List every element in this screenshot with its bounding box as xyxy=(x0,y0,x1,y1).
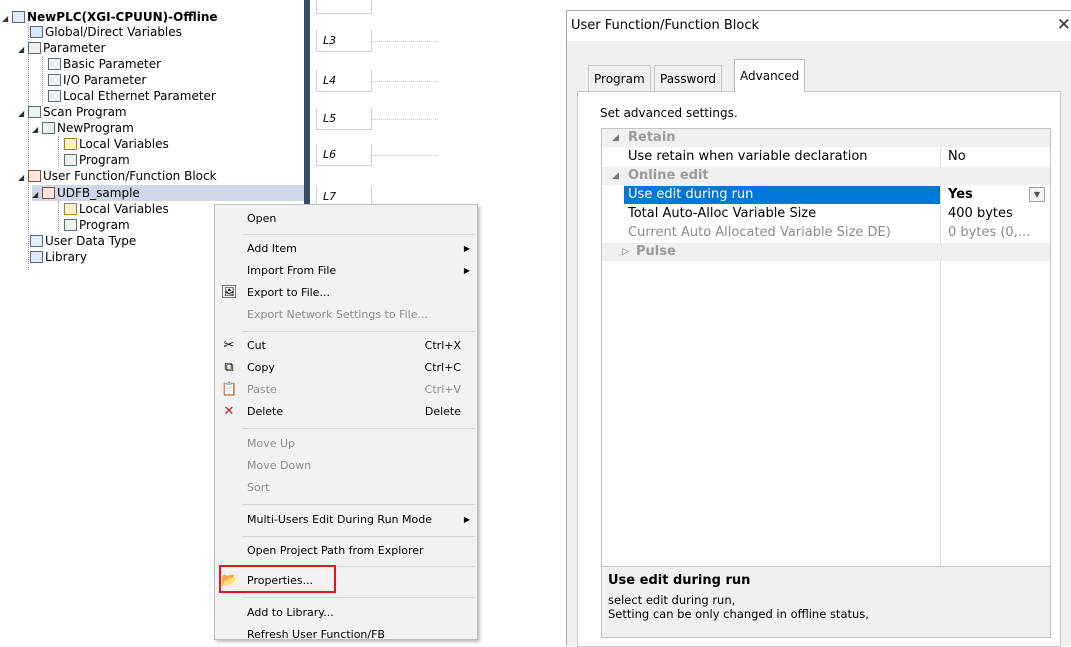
menu-item-open-project-path[interactable]: Open Project Path from Explorer xyxy=(215,540,477,562)
tree-item-udfb-program[interactable]: Program xyxy=(64,217,130,233)
property-row[interactable]: Use retain when variable declaration No xyxy=(602,148,1050,166)
delete-x-icon: ✕ xyxy=(223,404,235,419)
menu-item-export-network-settings[interactable]: Export Network Settings to File... xyxy=(215,304,477,326)
description-line: select edit during run, xyxy=(608,593,736,607)
ladder-row xyxy=(316,0,372,14)
ladder-editor[interactable]: L3 L4 L5 L6 L7 xyxy=(304,0,438,210)
collapse-icon[interactable]: ◢ xyxy=(18,170,28,186)
tree-item-library[interactable]: Library xyxy=(30,249,87,265)
menu-item-cut[interactable]: ✂ Cut Ctrl+X xyxy=(215,335,477,357)
tree-root[interactable]: ◢ NewPLC(XGI-CPUUN)-Offline xyxy=(2,9,218,25)
ladder-rail xyxy=(304,0,310,210)
scan-program-icon xyxy=(28,106,41,118)
menu-item-add-item[interactable]: Add Item ▶ xyxy=(215,238,477,260)
dialog-titlebar[interactable]: User Function/Function Block ✕ xyxy=(567,11,1071,41)
collapse-icon[interactable]: ◢ xyxy=(18,42,28,58)
collapse-icon[interactable]: ◢ xyxy=(18,106,28,122)
submenu-arrow-icon: ▶ xyxy=(463,266,470,275)
tab-program[interactable]: Program xyxy=(588,65,651,91)
expand-triangle-icon[interactable]: ▷ xyxy=(622,243,629,261)
tree-item-basic-parameter[interactable]: Basic Parameter xyxy=(48,56,161,72)
ladder-row[interactable]: L3 xyxy=(316,30,372,52)
ladder-row[interactable]: L6 xyxy=(316,144,372,166)
tree-item-udfb-local-variables[interactable]: Local Variables xyxy=(64,201,169,217)
submenu-arrow-icon: ▶ xyxy=(463,244,470,253)
set-advanced-label: Set advanced settings. xyxy=(600,106,738,120)
menu-item-copy[interactable]: ⧉ Copy Ctrl+C xyxy=(215,357,477,379)
dropdown-chevron-icon[interactable]: ▼ xyxy=(1029,187,1045,202)
category-online-edit[interactable]: ◢ Online edit xyxy=(602,167,1050,185)
program-icon xyxy=(64,219,77,231)
program-icon xyxy=(42,122,55,134)
ladder-row[interactable]: L4 xyxy=(316,70,372,92)
menu-item-open[interactable]: Open xyxy=(215,208,477,230)
menu-item-move-up[interactable]: Move Up xyxy=(215,433,477,455)
export-icon: 🖼 xyxy=(221,285,238,300)
tree-item-local-variables[interactable]: Local Variables xyxy=(64,136,169,152)
tab-password[interactable]: Password xyxy=(654,65,723,91)
tree-item-user-function-block[interactable]: ◢ User Function/Function Block xyxy=(18,168,217,184)
category-pulse[interactable]: ▷ Pulse xyxy=(602,243,1050,261)
property-row[interactable]: Current Auto Allocated Variable Size DE)… xyxy=(602,224,1050,242)
property-row-selected[interactable]: Use edit during run Yes ▼ xyxy=(602,186,1050,204)
properties-highlight-box xyxy=(219,565,336,593)
function-block-icon xyxy=(42,187,55,199)
tree-item-local-ethernet-parameter[interactable]: Local Ethernet Parameter xyxy=(48,88,216,104)
ladder-row[interactable]: L5 xyxy=(316,108,372,130)
tree-item-parameter[interactable]: ◢ Parameter xyxy=(18,40,105,56)
tree-root-label: NewPLC(XGI-CPUUN)-Offline xyxy=(27,10,218,24)
property-description: Use edit during run select edit during r… xyxy=(601,566,1051,638)
library-icon xyxy=(30,251,43,263)
global-variables-icon xyxy=(30,26,43,38)
parameter-icon xyxy=(48,90,61,102)
property-grid[interactable]: ◢ Retain Use retain when variable declar… xyxy=(601,128,1051,568)
user-function-dialog: User Function/Function Block ✕ Program P… xyxy=(566,10,1071,647)
function-block-icon xyxy=(28,170,41,182)
tree-item-user-data-type[interactable]: User Data Type xyxy=(30,233,136,249)
menu-item-add-to-library[interactable]: Add to Library... xyxy=(215,602,477,624)
menu-item-export-to-file[interactable]: 🖼 Export to File... xyxy=(215,282,477,304)
submenu-arrow-icon: ▶ xyxy=(463,515,470,524)
parameter-icon xyxy=(48,58,61,70)
close-icon[interactable]: ✕ xyxy=(1057,15,1071,35)
tree-item-program[interactable]: Program xyxy=(64,152,130,168)
advanced-tab-panel: Set advanced settings. ◢ Retain Use reta… xyxy=(577,91,1061,647)
local-variables-icon xyxy=(64,203,77,215)
expand-triangle-icon[interactable]: ◢ xyxy=(612,129,619,147)
parameter-icon xyxy=(48,74,61,86)
menu-item-import-from-file[interactable]: Import From File ▶ xyxy=(215,260,477,282)
copy-icon: ⧉ xyxy=(224,360,234,375)
category-retain[interactable]: ◢ Retain xyxy=(602,129,1050,147)
collapse-icon[interactable]: ◢ xyxy=(2,11,12,27)
menu-item-multi-users-edit[interactable]: Multi-Users Edit During Run Mode ▶ xyxy=(215,509,477,531)
menu-item-delete[interactable]: ✕ Delete Delete xyxy=(215,401,477,423)
program-icon xyxy=(64,154,77,166)
paste-icon: 📋 xyxy=(221,382,238,397)
tree-item-io-parameter[interactable]: I/O Parameter xyxy=(48,72,146,88)
tree-item-scan-program[interactable]: ◢ Scan Program xyxy=(18,104,127,120)
tab-advanced[interactable]: Advanced xyxy=(734,59,806,92)
expand-triangle-icon[interactable]: ◢ xyxy=(612,167,619,185)
menu-item-sort[interactable]: Sort xyxy=(215,477,477,499)
description-title: Use edit during run xyxy=(608,573,751,588)
menu-item-refresh-user-function[interactable]: Refresh User Function/FB xyxy=(215,624,477,646)
menu-item-move-down[interactable]: Move Down xyxy=(215,455,477,477)
description-line: Setting can be only changed in offline s… xyxy=(608,607,869,621)
dialog-title: User Function/Function Block xyxy=(571,18,760,33)
menu-item-paste[interactable]: 📋 Paste Ctrl+V xyxy=(215,379,477,401)
data-type-icon xyxy=(30,235,43,247)
tree-item-global-variables[interactable]: Global/Direct Variables xyxy=(30,24,182,40)
tree-item-newprogram[interactable]: ◢ NewProgram xyxy=(32,120,134,136)
parameter-icon xyxy=(28,42,41,54)
tree-item-udfb-sample[interactable]: ◢ UDFB_sample xyxy=(32,185,304,201)
collapse-icon[interactable]: ◢ xyxy=(32,187,42,203)
plc-icon xyxy=(12,11,25,23)
property-row[interactable]: Total Auto-Alloc Variable Size 400 bytes xyxy=(602,205,1050,223)
local-variables-icon xyxy=(64,138,77,150)
collapse-icon[interactable]: ◢ xyxy=(32,122,42,138)
scissors-icon: ✂ xyxy=(223,338,235,353)
